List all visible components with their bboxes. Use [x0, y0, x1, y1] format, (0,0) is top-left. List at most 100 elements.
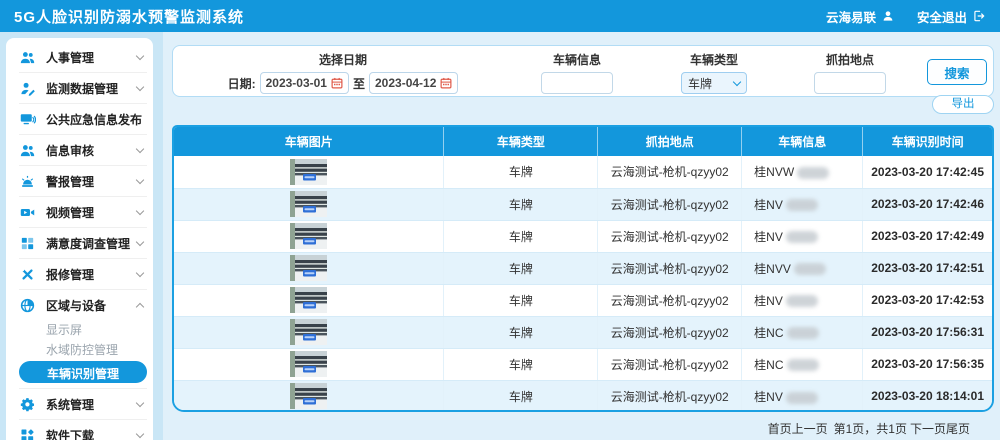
table-row[interactable]: 车牌云海测试-枪机-qzyy02桂NC2023-03-20 17:56:35	[174, 348, 992, 380]
chevron-down-icon	[136, 82, 144, 90]
chevron-down-icon	[733, 77, 741, 85]
vehicle-info-input[interactable]	[541, 72, 613, 94]
vehicle-image-cell	[174, 380, 444, 412]
vehicle-thumbnail[interactable]	[290, 255, 327, 281]
redacted-plate-blur	[797, 167, 829, 179]
app-window: 5G人脸识别防溺水预警监测系统 云海易联 安全退出 人事管理监测数据管理公共应急…	[0, 0, 1000, 440]
plate-text: 桂NVV	[754, 262, 791, 276]
vehicle-thumbnail[interactable]	[290, 351, 327, 377]
sidebar: 人事管理监测数据管理公共应急信息发布信息审核警报管理视频管理满意度调查管理报修管…	[6, 38, 153, 440]
sidebar-item-label: 警报管理	[46, 173, 94, 190]
chevron-down-icon	[136, 206, 144, 214]
vehicle-thumbnail[interactable]	[290, 383, 327, 409]
vehicle-image-cell	[174, 252, 444, 284]
logout-link[interactable]: 安全退出	[917, 7, 967, 26]
redacted-plate-blur	[786, 392, 818, 404]
logout-icon[interactable]	[972, 9, 986, 23]
vehicle-thumbnail[interactable]	[290, 287, 327, 313]
sidebar-item-info-review[interactable]: 信息审核	[19, 137, 147, 163]
calendar-icon[interactable]	[440, 77, 452, 89]
capture-location-cell: 云海测试-枪机-qzyy02	[598, 316, 742, 348]
capture-location-cell: 云海测试-枪机-qzyy02	[598, 348, 742, 380]
column-header: 车辆图片	[174, 127, 444, 156]
user-name[interactable]: 云海易联	[826, 7, 876, 26]
pagination-next[interactable]: 下一页	[910, 420, 946, 437]
calendar-icon[interactable]	[331, 77, 343, 89]
people-icon	[19, 142, 36, 159]
vehicle-image-cell	[174, 220, 444, 252]
vehicle-type-label: 车辆类型	[690, 51, 738, 68]
vehicle-info-cell: 桂NC	[742, 316, 863, 348]
vehicle-type-select[interactable]: 车牌	[681, 72, 747, 94]
sidebar-block: 监测数据管理	[19, 73, 147, 104]
sidebar-block: 报修管理	[19, 259, 147, 290]
table-row[interactable]: 车牌云海测试-枪机-qzyy02桂NV2023-03-20 17:42:53	[174, 284, 992, 316]
vehicle-info-cell: 桂NV	[742, 188, 863, 220]
vehicle-type-cell: 车牌	[444, 188, 598, 220]
vehicle-type-cell: 车牌	[444, 156, 598, 188]
sidebar-block: 视频管理	[19, 197, 147, 228]
pagination-info: 第1页，共1页	[834, 420, 907, 437]
vehicle-thumbnail[interactable]	[290, 159, 327, 185]
sidebar-block: 公共应急信息发布	[19, 104, 147, 135]
sidebar-subitem-vehicle-recognition[interactable]: 车辆识别管理	[19, 361, 147, 383]
sidebar-item-video-management[interactable]: 视频管理	[19, 199, 147, 225]
sidebar-item-software-download[interactable]: 软件下载	[19, 422, 147, 440]
date-from-value: 2023-03-01	[266, 76, 327, 90]
sidebar-item-label: 区域与设备	[46, 297, 106, 314]
table-row[interactable]: 车牌云海测试-枪机-qzyy02桂NVW2023-03-20 17:42:45	[174, 156, 992, 188]
vehicle-info-label: 车辆信息	[553, 51, 601, 68]
sidebar-item-public-emergency-publish[interactable]: 公共应急信息发布	[19, 106, 147, 132]
gears-icon	[19, 396, 36, 413]
table-row[interactable]: 车牌云海测试-枪机-qzyy02桂NV2023-03-20 18:14:01	[174, 380, 992, 412]
globe-icon	[19, 297, 36, 314]
redacted-plate-blur	[787, 327, 819, 339]
table-row[interactable]: 车牌云海测试-枪机-qzyy02桂NVV2023-03-20 17:42:51	[174, 252, 992, 284]
sidebar-item-monitoring-data[interactable]: 监测数据管理	[19, 75, 147, 101]
sidebar-item-label: 监测数据管理	[46, 80, 118, 97]
sidebar-item-personnel[interactable]: 人事管理	[19, 44, 147, 70]
vehicle-thumbnail[interactable]	[290, 223, 327, 249]
sidebar-item-label: 报修管理	[46, 266, 94, 283]
sidebar-subitem-water-area-control[interactable]: 水域防控管理	[19, 338, 147, 358]
sidebar-item-alarm-management[interactable]: 警报管理	[19, 168, 147, 194]
capture-location-cell: 云海测试-枪机-qzyy02	[598, 156, 742, 188]
sidebar-item-system-management[interactable]: 系统管理	[19, 391, 147, 417]
column-header: 车辆信息	[742, 127, 863, 156]
vehicle-type-cell: 车牌	[444, 284, 598, 316]
search-button[interactable]: 搜索	[927, 59, 987, 85]
capture-location-cell: 云海测试-枪机-qzyy02	[598, 252, 742, 284]
redacted-plate-blur	[786, 231, 818, 243]
pagination-last[interactable]: 尾页	[946, 420, 970, 437]
sidebar-block: 人事管理	[19, 42, 147, 73]
vehicle-thumbnail[interactable]	[290, 319, 327, 345]
plate-text: 桂NV	[754, 198, 783, 212]
date-from-input[interactable]: 2023-03-01	[260, 72, 349, 94]
redacted-plate-blur	[786, 295, 818, 307]
sidebar-item-label: 系统管理	[46, 396, 94, 413]
sidebar-item-label: 软件下载	[46, 427, 94, 440]
recognition-time-cell: 2023-03-20 18:14:01	[863, 380, 992, 412]
chevron-down-icon	[136, 398, 144, 406]
vehicle-thumbnail[interactable]	[290, 191, 327, 217]
chevron-down-icon	[136, 51, 144, 59]
pagination-first[interactable]: 首页	[768, 420, 792, 437]
sidebar-item-region-device[interactable]: 区域与设备	[19, 292, 147, 318]
table-row[interactable]: 车牌云海测试-枪机-qzyy02桂NV2023-03-20 17:42:49	[174, 220, 992, 252]
table-row[interactable]: 车牌云海测试-枪机-qzyy02桂NV2023-03-20 17:42:46	[174, 188, 992, 220]
sidebar-item-label: 视频管理	[46, 204, 94, 221]
pagination-prev[interactable]: 上一页	[792, 420, 828, 437]
location-input[interactable]	[814, 72, 886, 94]
vehicle-type-cell: 车牌	[444, 316, 598, 348]
plate-text: 桂NC	[754, 358, 783, 372]
app-title: 5G人脸识别防溺水预警监测系统	[14, 6, 244, 27]
date-to-input[interactable]: 2023-04-12	[369, 72, 458, 94]
table-row[interactable]: 车牌云海测试-枪机-qzyy02桂NC2023-03-20 17:56:31	[174, 316, 992, 348]
plate-text: 桂NV	[754, 390, 783, 404]
sidebar-subitem-display-screen[interactable]: 显示屏	[19, 318, 147, 338]
sidebar-item-satisfaction-survey[interactable]: 满意度调查管理	[19, 230, 147, 256]
export-button[interactable]: 导出	[932, 95, 994, 114]
vehicle-type-cell: 车牌	[444, 348, 598, 380]
sidebar-block: 满意度调查管理	[19, 228, 147, 259]
sidebar-item-repair-management[interactable]: 报修管理	[19, 261, 147, 287]
